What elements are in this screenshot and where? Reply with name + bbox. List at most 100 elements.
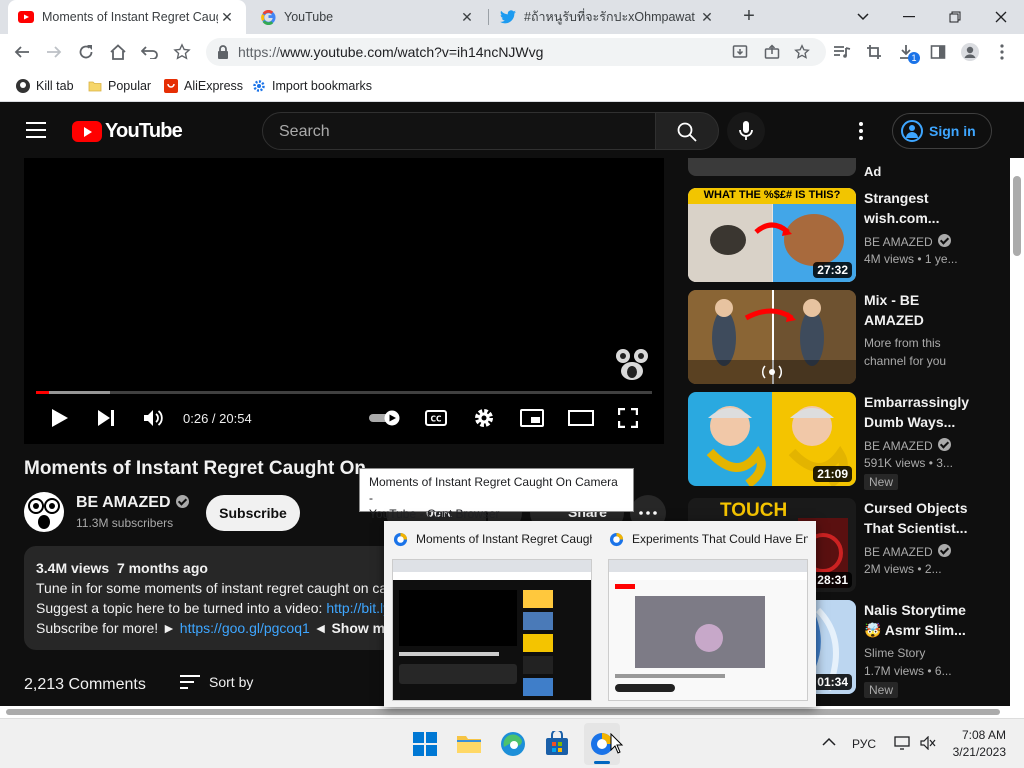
channel-avatar[interactable] bbox=[24, 492, 64, 532]
video-duration: 21:09 bbox=[813, 466, 852, 482]
close-window-icon[interactable] bbox=[978, 0, 1024, 34]
crop-icon[interactable] bbox=[862, 40, 886, 64]
bookmark-label: Popular bbox=[108, 79, 152, 93]
input-language[interactable]: РУС bbox=[852, 737, 876, 751]
share-icon[interactable] bbox=[760, 40, 784, 64]
play-button[interactable] bbox=[48, 406, 72, 430]
related-views: 4M views • 1 ye... bbox=[864, 252, 958, 266]
bookmark-label: Import bookmarks bbox=[272, 79, 373, 93]
star-icon[interactable] bbox=[170, 40, 194, 64]
bookmark-import[interactable]: Import bookmarks bbox=[252, 77, 372, 95]
bookmark-label: Kill tab bbox=[36, 79, 74, 93]
volume-button[interactable] bbox=[141, 406, 165, 430]
subscribe-link[interactable]: https://goo.gl/pgcoq1 bbox=[180, 620, 310, 636]
tab-close-icon[interactable]: ✕ bbox=[698, 9, 716, 26]
subscribe-button[interactable]: Subscribe bbox=[206, 495, 300, 531]
ad-thumbnail[interactable] bbox=[688, 158, 856, 176]
sign-in-button[interactable]: Sign in bbox=[892, 113, 992, 149]
profile-icon[interactable] bbox=[958, 40, 982, 64]
windows-start-icon[interactable] bbox=[412, 731, 438, 757]
view-count: 3.4M views bbox=[36, 560, 110, 576]
subtitles-button[interactable]: CC bbox=[424, 406, 448, 430]
settings-button[interactable] bbox=[472, 406, 496, 430]
search-input[interactable]: Search bbox=[262, 112, 656, 150]
tab-youtube[interactable]: YouTube ✕ bbox=[250, 0, 486, 34]
tab-label: YouTube bbox=[284, 10, 334, 24]
related-title[interactable]: Nalis Storytime 🤯 Asmr Slim... bbox=[864, 600, 984, 640]
voice-search-button[interactable] bbox=[727, 112, 765, 150]
video-duration: 27:32 bbox=[813, 262, 852, 278]
channel-watermark-icon[interactable] bbox=[612, 344, 652, 384]
video-player[interactable]: 0:26 / 20:54 CC bbox=[24, 158, 664, 444]
volume-icon bbox=[144, 410, 163, 426]
tab-search-icon[interactable] bbox=[840, 0, 886, 34]
video-thumbnail[interactable] bbox=[688, 290, 856, 384]
microsoft-store-icon[interactable] bbox=[544, 731, 570, 757]
video-thumbnail[interactable]: 21:09 bbox=[688, 392, 856, 486]
search-button[interactable] bbox=[655, 112, 719, 150]
new-tab-button[interactable]: + bbox=[738, 6, 760, 28]
clock-time[interactable]: 7:08 AM bbox=[958, 728, 1006, 742]
chevron-up-icon[interactable] bbox=[822, 737, 836, 747]
next-button[interactable] bbox=[94, 406, 118, 430]
volume-muted-icon[interactable] bbox=[920, 736, 936, 750]
vertical-scrollbar[interactable] bbox=[1010, 158, 1024, 718]
reload-icon[interactable] bbox=[74, 40, 98, 64]
file-explorer-icon[interactable] bbox=[456, 731, 482, 757]
bookmark-aliexpress[interactable]: AliExpress bbox=[164, 77, 243, 95]
minimize-icon[interactable] bbox=[886, 0, 932, 34]
description-line: Tune in for some moments of instant regr… bbox=[36, 580, 424, 596]
undo-icon[interactable] bbox=[138, 40, 162, 64]
preview-window[interactable]: Experiments That Could Have Ended Badly bbox=[600, 521, 816, 707]
progress-bar[interactable] bbox=[36, 391, 652, 394]
tab-twitter[interactable]: #ถ้าหนูรับที่จะรักปะxOhmpawat - Twitter … bbox=[490, 0, 726, 34]
bookmark-star-icon[interactable] bbox=[790, 40, 814, 64]
miniplayer-icon bbox=[520, 409, 544, 427]
miniplayer-button[interactable] bbox=[520, 406, 544, 430]
related-video[interactable]: WHAT THE %$£# IS THIS? 27:32 Strangest wi… bbox=[688, 188, 998, 284]
video-duration: 01:34 bbox=[813, 674, 852, 690]
fullscreen-button[interactable] bbox=[616, 406, 640, 430]
related-title[interactable]: Strangest wish.com... bbox=[864, 188, 984, 228]
home-icon[interactable] bbox=[106, 40, 130, 64]
time-display: 0:26 / 20:54 bbox=[183, 411, 252, 426]
settings-menu-icon[interactable] bbox=[858, 122, 864, 140]
related-views: channel for you bbox=[864, 354, 947, 368]
horizontal-scrollbar[interactable] bbox=[0, 706, 1010, 718]
new-badge: New bbox=[864, 682, 899, 698]
sort-by-button[interactable]: Sort by bbox=[180, 674, 253, 690]
address-bar[interactable]: https://www.youtube.com/watch?v=ih14ncNJ… bbox=[206, 38, 826, 66]
autoplay-toggle[interactable] bbox=[368, 406, 402, 430]
next-icon bbox=[98, 410, 114, 426]
browser-menu-icon[interactable] bbox=[990, 40, 1014, 64]
bookmark-popular[interactable]: Popular bbox=[88, 77, 151, 95]
clock-date[interactable]: 3/21/2023 bbox=[950, 745, 1006, 759]
preview-window[interactable]: Moments of Instant Regret Caught On Came… bbox=[384, 521, 600, 707]
tab-close-icon[interactable]: ✕ bbox=[458, 9, 476, 26]
tab-youtube-video[interactable]: Moments of Instant Regret Caught On Came… bbox=[8, 0, 246, 34]
tab-close-icon[interactable]: ✕ bbox=[218, 9, 236, 26]
forward-icon[interactable] bbox=[42, 40, 66, 64]
related-mix[interactable]: Mix - BE AMAZED More from this channel fo… bbox=[688, 290, 998, 386]
install-app-icon[interactable] bbox=[728, 40, 752, 64]
video-thumbnail[interactable]: WHAT THE %$£# IS THIS? 27:32 bbox=[688, 188, 856, 282]
related-video[interactable]: 21:09 Embarrassingly Dumb Ways... BE AMAZ… bbox=[688, 392, 998, 490]
media-queue-icon[interactable] bbox=[830, 40, 854, 64]
youtube-logo[interactable]: YouTube bbox=[72, 120, 183, 143]
downloads-icon[interactable]: 1 bbox=[894, 40, 920, 64]
channel-name[interactable]: BE AMAZED bbox=[76, 494, 189, 512]
related-title[interactable]: Mix - BE AMAZED bbox=[864, 290, 984, 330]
restore-icon[interactable] bbox=[932, 0, 978, 34]
back-icon[interactable] bbox=[10, 40, 34, 64]
bookmark-label: AliExpress bbox=[184, 79, 244, 93]
edge-icon[interactable] bbox=[500, 731, 526, 757]
cent-browser-icon bbox=[609, 532, 624, 547]
verified-icon bbox=[937, 234, 951, 247]
related-title[interactable]: Embarrassingly Dumb Ways... bbox=[864, 392, 984, 432]
theater-mode-button[interactable] bbox=[568, 406, 594, 430]
network-icon[interactable] bbox=[894, 736, 910, 750]
menu-icon[interactable] bbox=[26, 122, 46, 138]
side-panel-icon[interactable] bbox=[926, 40, 950, 64]
bookmark-kill-tab[interactable]: Kill tab bbox=[16, 77, 74, 95]
related-title[interactable]: Cursed Objects That Scientist... bbox=[864, 498, 984, 538]
